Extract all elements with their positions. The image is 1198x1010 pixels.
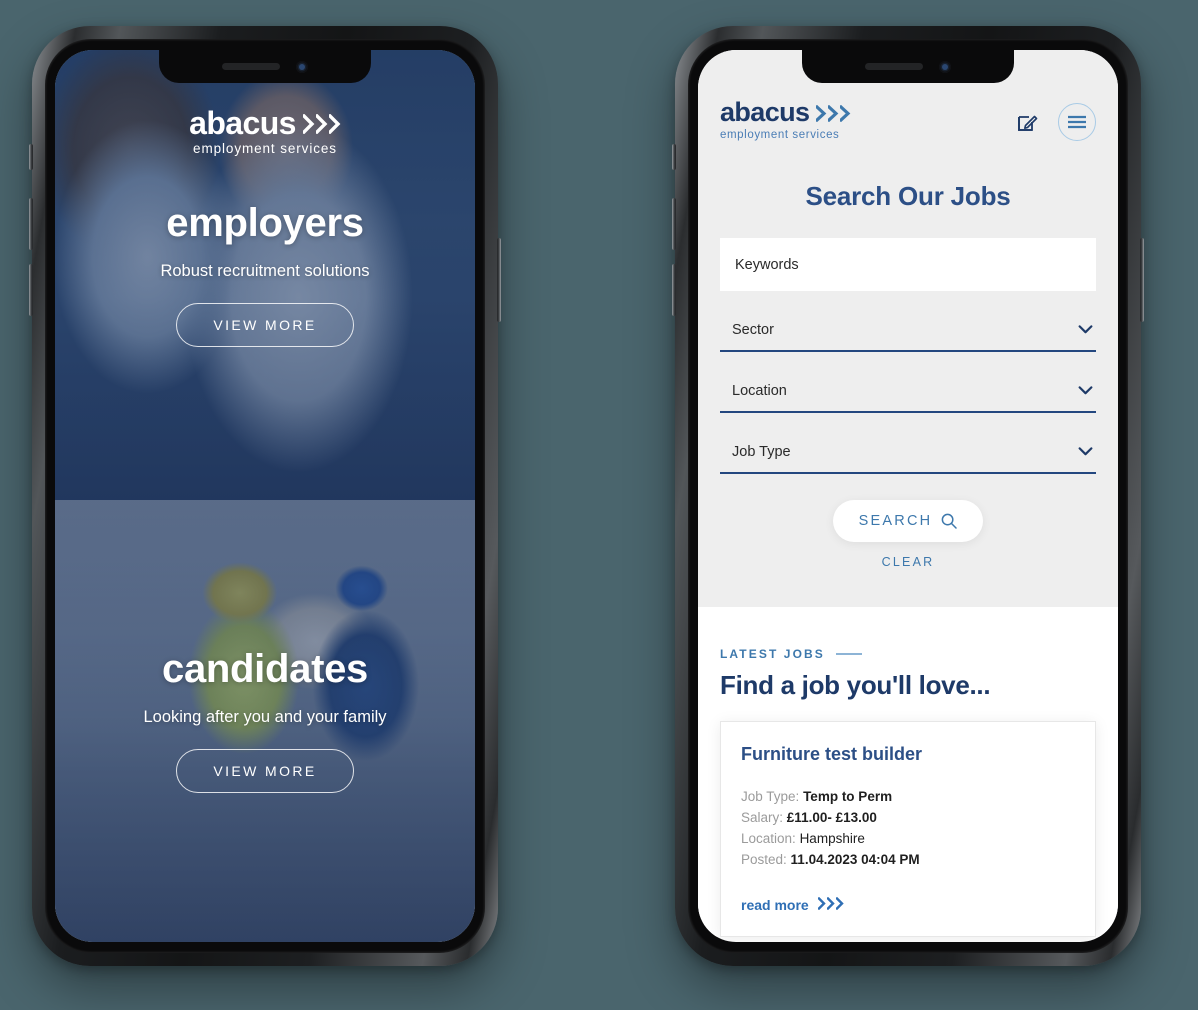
job-type-value: Temp to Perm bbox=[803, 789, 893, 804]
silent-switch[interactable] bbox=[29, 144, 33, 170]
latest-jobs-section: LATEST JOBS Find a job you'll love... Fu… bbox=[698, 607, 1118, 937]
hero-subtitle-candidates: Looking after you and your family bbox=[143, 708, 387, 727]
silent-switch[interactable] bbox=[672, 144, 676, 170]
earpiece-speaker-icon bbox=[865, 63, 923, 70]
phone-mockup-right: abacus employment services Search Our Jo… bbox=[672, 26, 1144, 966]
header-logo[interactable]: abacus employment services bbox=[720, 97, 851, 141]
volume-up-button[interactable] bbox=[672, 198, 676, 250]
front-camera-icon bbox=[296, 60, 308, 73]
search-button[interactable]: SEARCH bbox=[832, 500, 984, 542]
location-value: Hampshire bbox=[799, 830, 865, 846]
phone-screen-right: abacus employment services Search Our Jo… bbox=[698, 50, 1118, 942]
latest-jobs-eyebrow: LATEST JOBS bbox=[720, 647, 825, 661]
hero-logo: abacus employment services bbox=[55, 105, 475, 157]
job-search-panel: Search Our Jobs Sector Location bbox=[698, 155, 1118, 607]
keywords-input[interactable] bbox=[720, 238, 1096, 291]
posted-value: 11.04.2023 04:04 PM bbox=[790, 851, 920, 867]
hero-logo-wordmark: abacus bbox=[189, 105, 296, 141]
header-logo-chevrons-icon bbox=[816, 105, 851, 122]
hero-title-employers: employers bbox=[166, 201, 364, 246]
job-type-select-value: Job Type bbox=[732, 443, 791, 460]
hero-content-candidates: candidates Looking after you and your fa… bbox=[55, 500, 475, 942]
phone-bezel-right: abacus employment services Search Our Jo… bbox=[688, 39, 1128, 953]
location-select[interactable]: Location bbox=[720, 370, 1096, 413]
search-heading: Search Our Jobs bbox=[805, 181, 1011, 211]
volume-up-button[interactable] bbox=[29, 198, 33, 250]
magnifier-icon bbox=[941, 513, 958, 529]
volume-down-button[interactable] bbox=[672, 264, 676, 316]
job-meta-salary: Salary: £11.00- £13.00 bbox=[741, 808, 1075, 829]
job-card-meta: Job Type: Temp to Perm Salary: £11.00- £… bbox=[741, 787, 1075, 871]
power-button[interactable] bbox=[497, 238, 501, 322]
location-label: Location: bbox=[741, 830, 796, 846]
read-more-chevrons-icon bbox=[817, 896, 844, 910]
front-camera-icon bbox=[939, 60, 951, 73]
hero-subtitle-employers: Robust recruitment solutions bbox=[160, 262, 370, 281]
read-more-button[interactable]: read more bbox=[741, 896, 844, 914]
phone-notch-right bbox=[802, 50, 1014, 83]
salary-value: £11.00- £13.00 bbox=[786, 809, 877, 825]
phone-notch-left bbox=[159, 50, 371, 83]
posted-label: Posted: bbox=[741, 851, 787, 867]
job-card[interactable]: Furniture test builder Job Type: Temp to… bbox=[720, 721, 1096, 937]
phone-bezel-left: abacus employment services employers Rob… bbox=[45, 39, 485, 953]
chevron-down-icon bbox=[1078, 447, 1093, 456]
search-button-label: SEARCH bbox=[858, 513, 933, 529]
chevron-down-icon bbox=[1078, 386, 1093, 395]
hamburger-menu-icon[interactable] bbox=[1058, 103, 1096, 141]
clear-button[interactable]: CLEAR bbox=[882, 555, 935, 569]
employers-view-more-button[interactable]: VIEW MORE bbox=[176, 303, 354, 348]
read-more-label: read more bbox=[741, 897, 809, 914]
earpiece-speaker-icon bbox=[222, 63, 280, 70]
eyebrow-dash bbox=[835, 653, 862, 655]
hero-panel-candidates[interactable]: candidates Looking after you and your fa… bbox=[55, 500, 475, 942]
candidates-view-more-button[interactable]: VIEW MORE bbox=[176, 749, 354, 794]
job-type-select[interactable]: Job Type bbox=[720, 431, 1096, 474]
sector-select-value: Sector bbox=[732, 321, 774, 338]
salary-label: Salary: bbox=[741, 809, 784, 825]
phone-screen-left: abacus employment services employers Rob… bbox=[55, 50, 475, 942]
header-logo-wordmark: abacus bbox=[720, 97, 810, 128]
chevron-down-icon bbox=[1078, 325, 1093, 334]
search-actions: SEARCH CLEAR bbox=[720, 500, 1096, 569]
job-meta-location: Location: Hampshire bbox=[741, 829, 1075, 850]
job-type-label: Job Type: bbox=[741, 789, 800, 804]
latest-jobs-eyebrow-row: LATEST JOBS bbox=[720, 647, 1096, 661]
sector-select[interactable]: Sector bbox=[720, 309, 1096, 352]
hero-logo-chevrons-icon bbox=[302, 114, 341, 135]
header-logo-tagline: employment services bbox=[720, 129, 840, 141]
power-button[interactable] bbox=[1140, 238, 1144, 322]
header-logo-row: abacus bbox=[720, 97, 851, 128]
edit-square-icon[interactable] bbox=[1016, 111, 1038, 133]
latest-jobs-heading: Find a job you'll love... bbox=[720, 670, 991, 700]
screenshot-canvas: abacus employment services employers Rob… bbox=[0, 0, 1198, 1010]
phone-mockup-left: abacus employment services employers Rob… bbox=[29, 26, 501, 966]
location-select-value: Location bbox=[732, 382, 787, 399]
header-actions bbox=[1016, 103, 1096, 141]
volume-down-button[interactable] bbox=[29, 264, 33, 316]
job-meta-posted: Posted: 11.04.2023 04:04 PM bbox=[741, 850, 1075, 871]
hero-logo-tagline: employment services bbox=[193, 141, 337, 157]
hero-title-candidates: candidates bbox=[162, 647, 368, 692]
hero-logo-row: abacus bbox=[189, 105, 341, 141]
job-meta-job-type: Job Type: Temp to Perm bbox=[741, 787, 1075, 808]
job-card-title: Furniture test builder bbox=[741, 744, 923, 764]
